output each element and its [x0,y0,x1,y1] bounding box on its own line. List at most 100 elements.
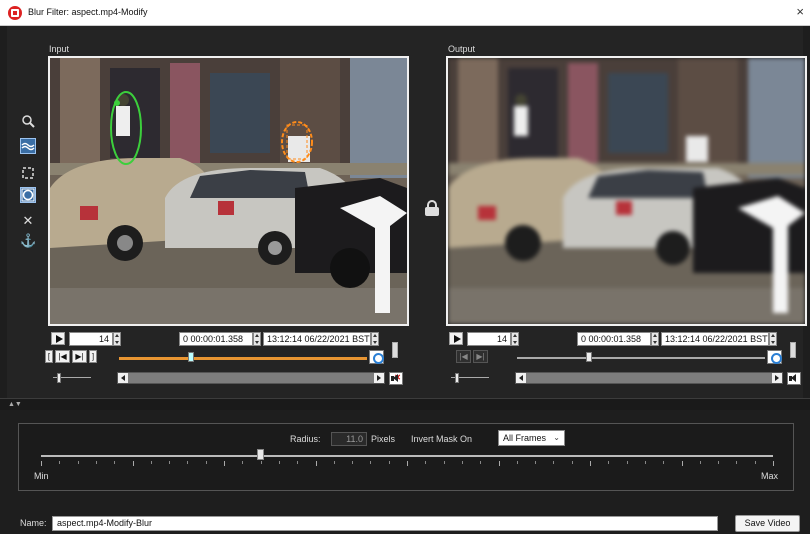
slider-tick [535,461,537,464]
slider-tick [571,461,573,464]
blur-settings-panel: Radius: 11.0 Pixels Invert Mask On All F… [18,423,794,491]
slider-tick [407,461,408,466]
input-mark-in-button[interactable]: [ [45,350,53,363]
name-label: Name: [20,518,47,528]
input-loop-icon[interactable] [369,350,384,364]
slider-tick [718,461,720,464]
anchor-icon[interactable]: ⚓ [20,233,36,249]
output-timeline-thumb[interactable] [585,352,592,362]
slider-tick [315,461,317,466]
output-video-frame[interactable] [446,56,807,326]
close-icon[interactable]: × [796,4,804,19]
output-play-button[interactable] [449,332,463,345]
slider-tick [498,461,500,466]
slider-tick [388,461,390,464]
slider-tick [553,461,555,464]
lock-icon[interactable] [425,200,439,216]
slider-tick [169,461,171,464]
slider-min-label: Min [34,471,49,481]
collapse-arrow-icon[interactable]: ▲▼ [8,401,22,408]
output-frame-spinner[interactable] [511,332,519,346]
slider-tick [626,461,628,464]
slider-tick [278,461,280,464]
slider-tick [663,461,665,464]
input-timecode-spinner[interactable] [253,332,261,346]
input-skip-back-button[interactable]: |◀ [55,350,70,363]
slider-tick [114,461,116,464]
slider-tick [480,461,482,464]
input-frame-spinner[interactable] [113,332,121,346]
invert-mask-select-value: All Frames [503,433,547,443]
input-volume-slider[interactable] [392,342,398,358]
output-timestamp-spinner[interactable] [769,332,777,346]
slider-tick [242,461,244,464]
radius-slider-thumb[interactable] [256,449,264,460]
slider-tick [59,461,61,464]
input-play-button[interactable] [51,332,65,345]
input-timestamp-field[interactable]: 13:12:14 06/22/2021 BST [263,332,371,346]
output-video-image [448,58,805,324]
input-horizontal-scrollbar[interactable] [117,372,385,384]
slider-tick [461,461,463,464]
title-bar: Blur Filter: aspect.mp4-Modify × [0,0,810,26]
slider-tick [370,461,372,464]
output-volume-slider[interactable] [790,342,796,358]
name-input[interactable]: aspect.mp4-Modify-Blur [52,516,718,531]
input-zoom-slider[interactable] [47,373,107,383]
slider-tick [699,461,701,464]
output-timeline-track[interactable] [517,357,765,359]
app-logo-icon [8,6,22,20]
slider-tick [443,461,445,464]
input-timecode-field[interactable]: 0 00:00:01.358 [179,332,253,346]
input-video-image [50,58,407,324]
zoom-icon[interactable] [20,114,36,130]
slider-tick [260,461,262,464]
slider-tick [516,461,518,464]
footer-bar: Name: aspect.mp4-Modify-Blur Save Video [0,512,810,534]
output-loop-icon[interactable] [767,350,782,364]
window-title: Blur Filter: aspect.mp4-Modify [28,7,148,17]
output-frame-field[interactable]: 14 [467,332,511,346]
chevron-down-icon: ⌄ [553,433,560,442]
slider-tick [205,461,207,464]
ellipse-select-icon[interactable] [20,187,36,203]
output-skip-back-button[interactable]: |◀ [456,350,471,363]
slider-tick [150,461,152,464]
input-timeline-thumb[interactable] [187,352,194,362]
output-timestamp-field[interactable]: 13:12:14 06/22/2021 BST [661,332,769,346]
input-skip-forward-button[interactable]: ▶| [72,350,87,363]
slider-tick [754,461,756,464]
input-label: Input [49,44,70,54]
input-mark-out-button[interactable]: ] [89,350,97,363]
workspace: ✕ ⚓ Input Output 14 0 00:00:01.358 13:12… [7,26,807,398]
input-timestamp-spinner[interactable] [371,332,379,346]
output-horizontal-scrollbar[interactable] [515,372,783,384]
input-timeline-track[interactable] [119,357,367,360]
invert-mask-label: Invert Mask On [411,434,473,444]
invert-mask-select[interactable]: All Frames ⌄ [498,430,565,446]
slider-tick [608,461,610,464]
input-video-frame[interactable] [48,56,409,326]
slider-tick [41,461,42,466]
delete-icon[interactable]: ✕ [20,213,36,229]
slider-tick [352,461,354,464]
blur-tool-icon[interactable] [20,138,36,154]
output-timecode-spinner[interactable] [651,332,659,346]
radius-slider-track[interactable] [41,455,773,457]
output-skip-forward-button[interactable]: ▶| [473,350,488,363]
output-volume-icon[interactable] [787,372,801,385]
radius-unit-label: Pixels [371,434,396,444]
slider-tick [644,461,646,464]
panel-splitter[interactable]: ▲▼ [0,398,810,410]
slider-tick [333,461,335,464]
output-zoom-slider[interactable] [445,373,505,383]
radius-label: Radius: [290,434,321,444]
input-mute-icon[interactable]: ✕ [389,372,403,385]
slider-tick [187,461,189,464]
radius-value-field[interactable]: 11.0 [331,432,367,446]
input-frame-field[interactable]: 14 [69,332,113,346]
slider-tick [773,461,774,466]
rectangle-select-icon[interactable] [20,166,36,182]
output-timecode-field[interactable]: 0 00:00:01.358 [577,332,651,346]
save-video-button[interactable]: Save Video [735,515,800,532]
